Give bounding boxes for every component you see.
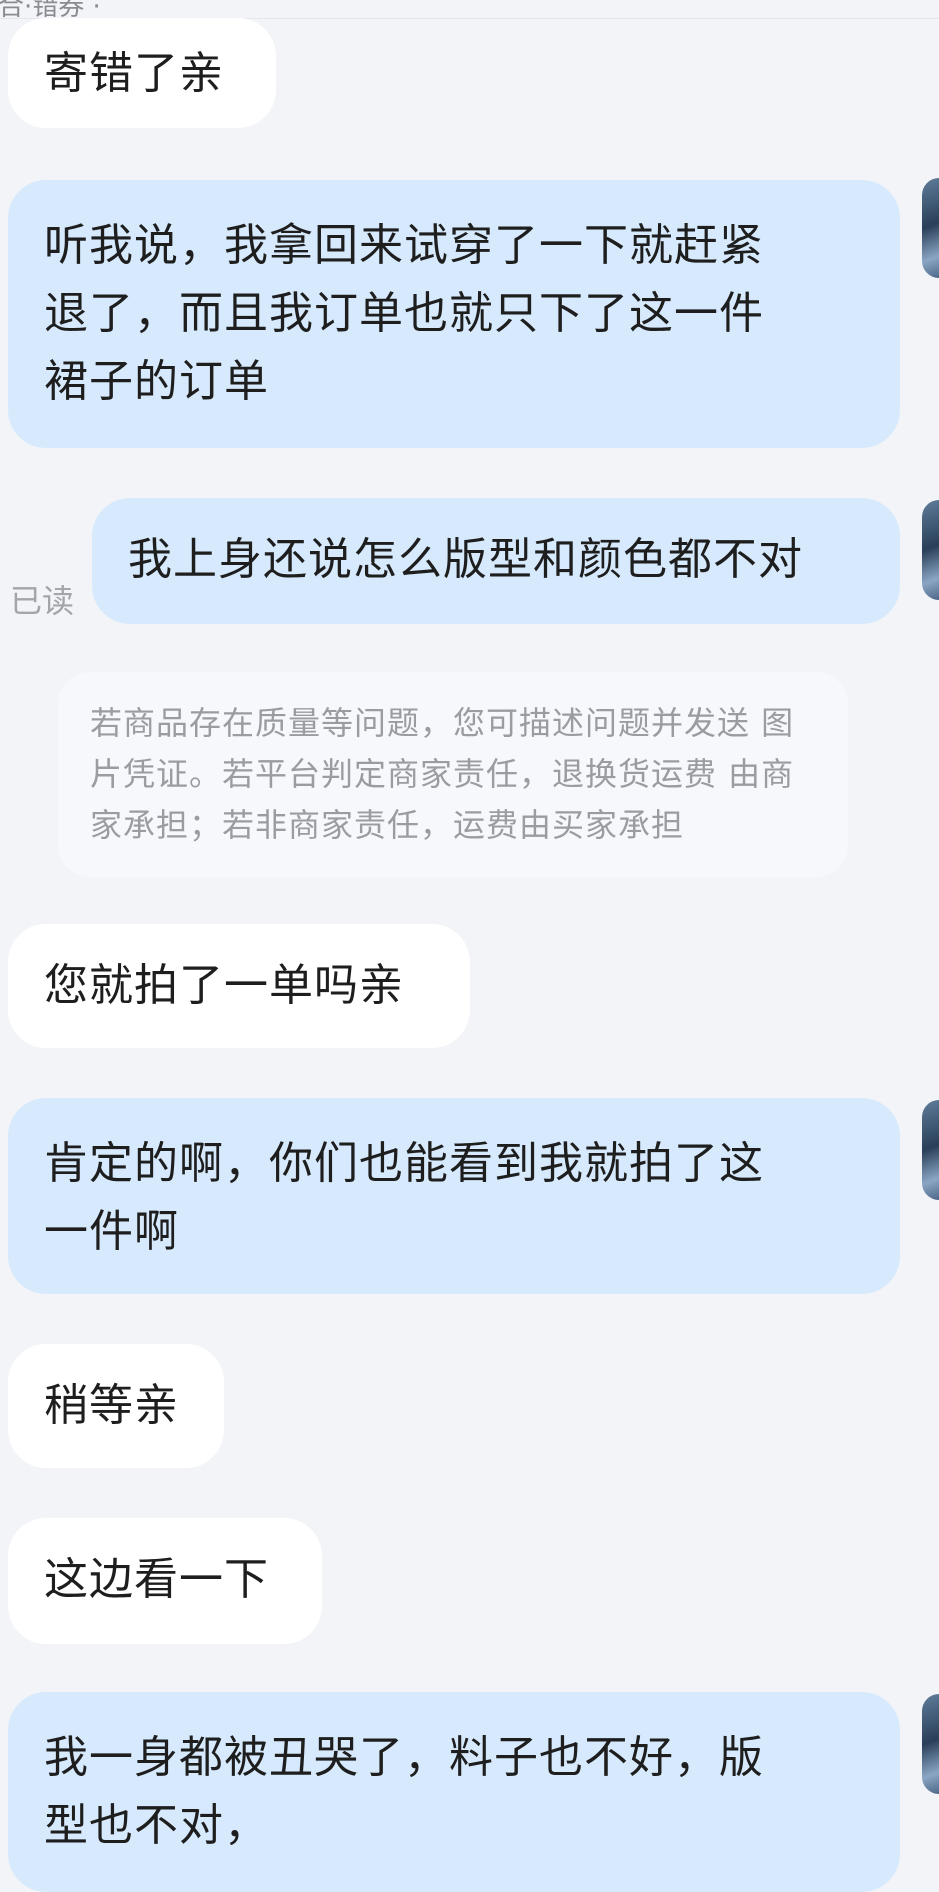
message-sent[interactable]: 肯定的啊，你们也能看到我就拍了这 一件啊 [8,1098,900,1294]
message-received[interactable]: 寄错了亲 [8,18,276,128]
user-avatar-icon[interactable] [922,1100,939,1200]
message-received[interactable]: 您就拍了一单吗亲 [8,924,470,1048]
message-sent[interactable]: 我上身还说怎么版型和颜色都不对 [92,498,900,624]
user-avatar-icon[interactable] [922,1694,939,1794]
top-partial-text: 合·错券 · [0,0,101,19]
user-avatar-icon[interactable] [922,178,939,278]
read-status: 已读 [10,582,75,620]
system-notice: 若商品存在质量等问题，您可描述问题并发送 图片凭证。若平台判定商家责任，退换货运… [58,672,848,877]
message-received[interactable]: 稍等亲 [8,1344,224,1468]
user-avatar-icon[interactable] [922,500,939,600]
message-sent[interactable]: 我一身都被丑哭了，料子也不好，版 型也不对， [8,1692,900,1892]
status-bar-fragment: 合·错券 · [0,0,939,19]
message-sent[interactable]: 听我说，我拿回来试穿了一下就赶紧 退了，而且我订单也就只下了这一件 裙子的订单 [8,180,900,448]
message-received[interactable]: 这边看一下 [8,1518,322,1644]
